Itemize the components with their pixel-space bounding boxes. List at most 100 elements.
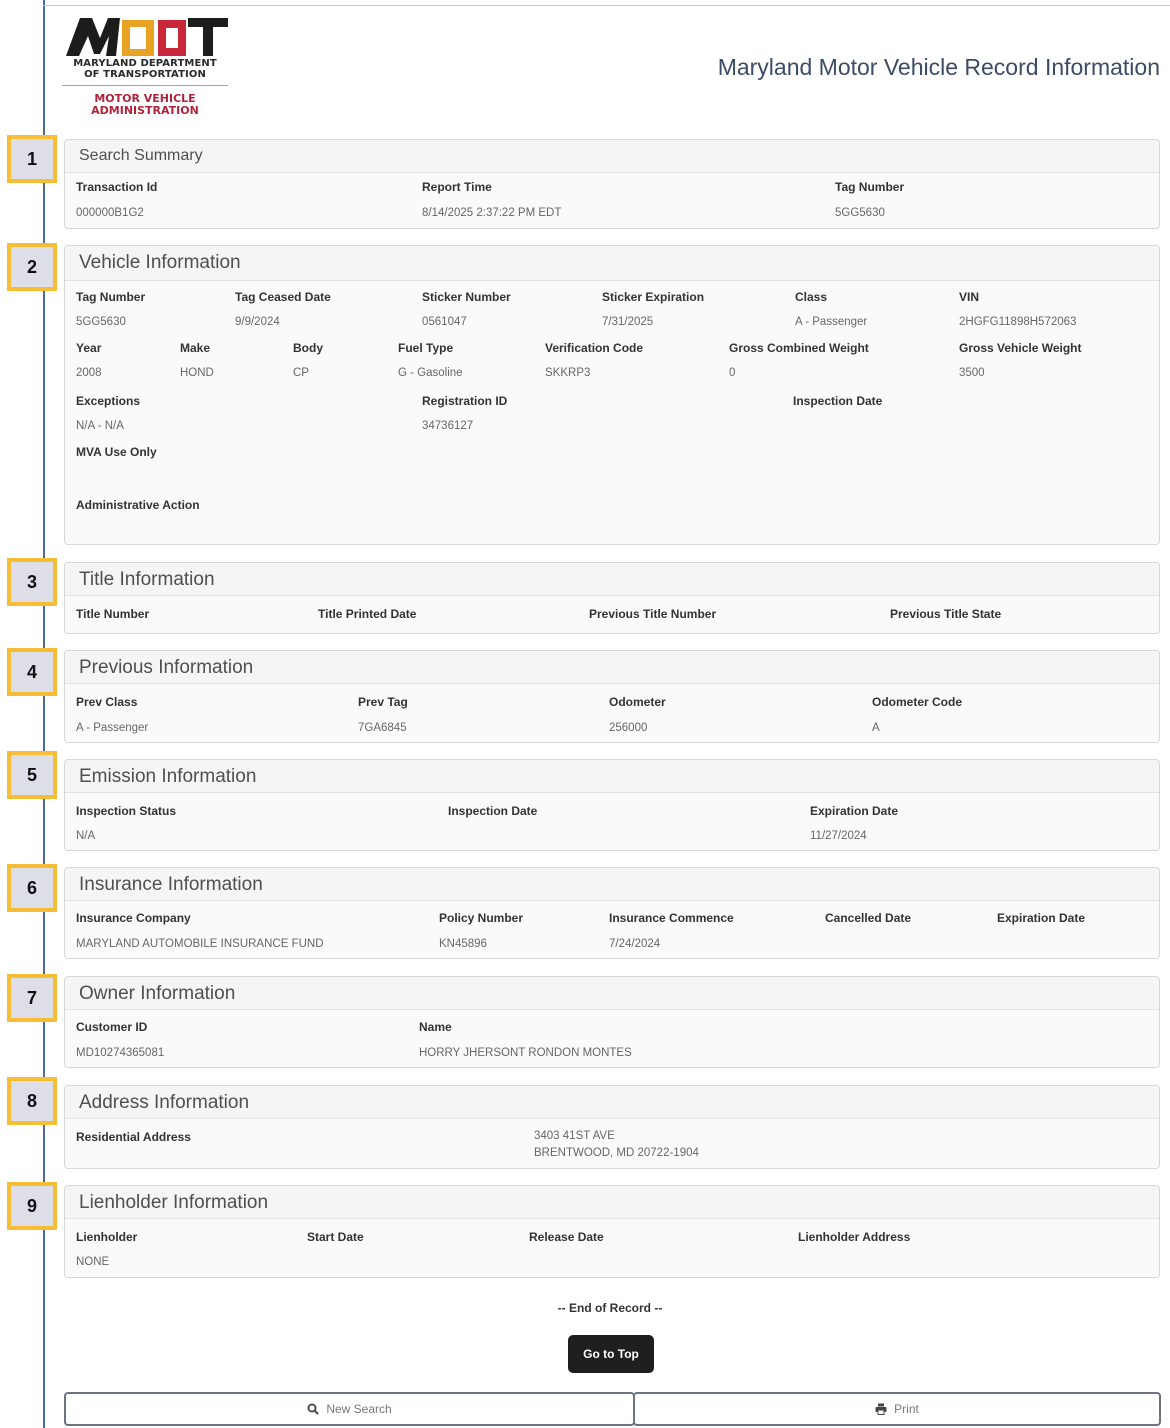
vi-sticker-expiration-value: 7/31/2025: [602, 316, 654, 328]
badge-2: 2: [7, 243, 57, 291]
vi-class-label: Class: [795, 290, 828, 304]
new-search-button[interactable]: New Search: [64, 1392, 635, 1426]
vi-registration-id-value: 34736127: [422, 420, 474, 432]
li-release-date-label: Release Date: [529, 1230, 604, 1244]
pi-prev-tag-label: Prev Tag: [358, 695, 408, 709]
vi-exceptions-value: N/A - N/A: [76, 420, 124, 432]
ai-address-line1: 3403 41ST AVE: [534, 1130, 615, 1142]
vi-body-value: CP: [293, 367, 309, 379]
vi-make-label: Make: [180, 341, 211, 355]
ti-title-number-label: Title Number: [76, 607, 150, 621]
ii-commence-value: 7/24/2024: [609, 938, 661, 950]
owner-info-panel: Owner Information Customer ID Name MD102…: [64, 976, 1160, 1068]
end-of-record: -- End of Record --: [557, 1301, 663, 1315]
emission-info-header: Emission Information: [65, 760, 1159, 793]
ei-inspection-date-label: Inspection Date: [448, 804, 538, 818]
title-info-header: Title Information: [65, 563, 1159, 596]
logo-rule: [62, 85, 228, 86]
tag-number-value: 5GG5630: [835, 207, 885, 219]
oi-customer-id-value: MD10274365081: [76, 1047, 165, 1059]
vehicle-info-header: Vehicle Information: [65, 246, 1159, 281]
ii-commence-label: Insurance Commence: [609, 911, 734, 925]
ei-inspection-status-label: Inspection Status: [76, 804, 177, 818]
pi-odometer-value: 256000: [609, 722, 648, 734]
ti-previous-title-state-label: Previous Title State: [890, 607, 1002, 621]
li-address-label: Lienholder Address: [798, 1230, 911, 1244]
emission-info-panel: Emission Information Inspection Status I…: [64, 759, 1160, 851]
vi-mva-use-only-label: MVA Use Only: [76, 445, 157, 459]
vehicle-info-title: Vehicle Information: [79, 252, 241, 273]
vi-verification-code-label: Verification Code: [545, 341, 644, 355]
ai-residential-label: Residential Address: [76, 1130, 191, 1144]
pi-odometer-label: Odometer: [609, 695, 666, 709]
li-lienholder-label: Lienholder: [76, 1230, 138, 1244]
vi-sticker-number-value: 0561047: [422, 316, 467, 328]
vi-make-value: HOND: [180, 367, 214, 379]
vi-tag-ceased-date-value: 9/9/2024: [235, 316, 280, 328]
vi-tag-number-label: Tag Number: [76, 290, 146, 304]
vi-fuel-type-label: Fuel Type: [398, 341, 454, 355]
insurance-info-header: Insurance Information: [65, 868, 1159, 901]
vi-registration-id-label: Registration ID: [422, 394, 508, 408]
logo-line-2: OF TRANSPORTATION: [84, 69, 206, 80]
top-frame-line: [43, 5, 1170, 6]
oi-name-value: HORRY JHERSONT RONDON MONTES: [419, 1047, 632, 1059]
oi-customer-id-label: Customer ID: [76, 1020, 148, 1034]
ei-inspection-status-value: N/A: [76, 830, 96, 842]
vi-tag-ceased-date-label: Tag Ceased Date: [235, 290, 331, 304]
lienholder-info-panel: Lienholder Information Lienholder Start …: [64, 1185, 1160, 1278]
previous-info-title: Previous Information: [79, 657, 254, 678]
badge-3: 3: [7, 558, 57, 606]
ai-address-line2: BRENTWOOD, MD 20722-1904: [534, 1147, 699, 1159]
badge-9: 9: [7, 1182, 57, 1230]
address-info-title: Address Information: [79, 1092, 250, 1113]
badge-8: 8: [7, 1077, 57, 1125]
transaction-id-value: 000000B1G2: [76, 207, 144, 219]
pi-prev-class-value: A - Passenger: [76, 722, 149, 734]
ii-company-value: MARYLAND AUTOMOBILE INSURANCE FUND: [76, 938, 324, 950]
owner-info-title: Owner Information: [79, 983, 236, 1004]
logo-line-4: ADMINISTRATION: [91, 104, 199, 117]
ti-title-printed-date-label: Title Printed Date: [318, 607, 417, 621]
ei-expiration-date-label: Expiration Date: [810, 804, 899, 818]
previous-info-header: Previous Information: [65, 651, 1159, 684]
ii-expiration-date-label: Expiration Date: [997, 911, 1086, 925]
new-search-label: New Search: [326, 1402, 392, 1416]
owner-info-header: Owner Information: [65, 977, 1159, 1010]
vi-year-label: Year: [76, 341, 102, 355]
search-summary-title: Search Summary: [79, 147, 203, 164]
insurance-info-panel: Insurance Information Insurance Company …: [64, 867, 1160, 959]
lienholder-info-title: Lienholder Information: [79, 1192, 269, 1213]
emission-info-title: Emission Information: [79, 766, 257, 787]
pi-odometer-code-value: A: [872, 722, 880, 734]
vi-vin-value: 2HGFG11898H572063: [959, 316, 1077, 328]
badge-4: 4: [7, 648, 57, 696]
li-lienholder-value: NONE: [76, 1256, 110, 1268]
vi-year-value: 2008: [76, 367, 102, 379]
vi-tag-number-value: 5GG5630: [76, 316, 126, 328]
badge-5: 5: [7, 751, 57, 799]
vi-sticker-number-label: Sticker Number: [422, 290, 511, 304]
print-icon: [875, 1403, 887, 1415]
badge-6: 6: [7, 864, 57, 912]
vi-verification-code-value: SKKRP3: [545, 367, 591, 379]
pi-prev-tag-value: 7GA6845: [358, 722, 407, 734]
vi-fuel-type-value: G - Gasoline: [398, 367, 463, 379]
mdot-logo: MARYLAND DEPARTMENT OF TRANSPORTATION MO…: [60, 14, 230, 124]
vi-gross-vehicle-weight-value: 3500: [959, 367, 985, 379]
address-info-panel: Address Information Residential Address …: [64, 1085, 1160, 1169]
search-icon: [307, 1403, 320, 1415]
vi-body-label: Body: [293, 341, 323, 355]
logo-line-1: MARYLAND DEPARTMENT: [73, 58, 217, 69]
go-to-top-button[interactable]: Go to Top: [568, 1335, 654, 1373]
search-summary-panel: Search Summary Transaction Id Report Tim…: [64, 139, 1160, 229]
lienholder-info-header: Lienholder Information: [65, 1186, 1159, 1219]
vi-class-value: A - Passenger: [795, 316, 868, 328]
ei-expiration-date-value: 11/27/2024: [810, 830, 867, 842]
pi-odometer-code-label: Odometer Code: [872, 695, 963, 709]
print-button[interactable]: Print: [633, 1392, 1161, 1426]
vi-inspection-date-label: Inspection Date: [793, 394, 883, 408]
report-time-label: Report Time: [422, 180, 492, 194]
vi-gross-combined-weight-label: Gross Combined Weight: [729, 341, 869, 355]
pi-prev-class-label: Prev Class: [76, 695, 138, 709]
